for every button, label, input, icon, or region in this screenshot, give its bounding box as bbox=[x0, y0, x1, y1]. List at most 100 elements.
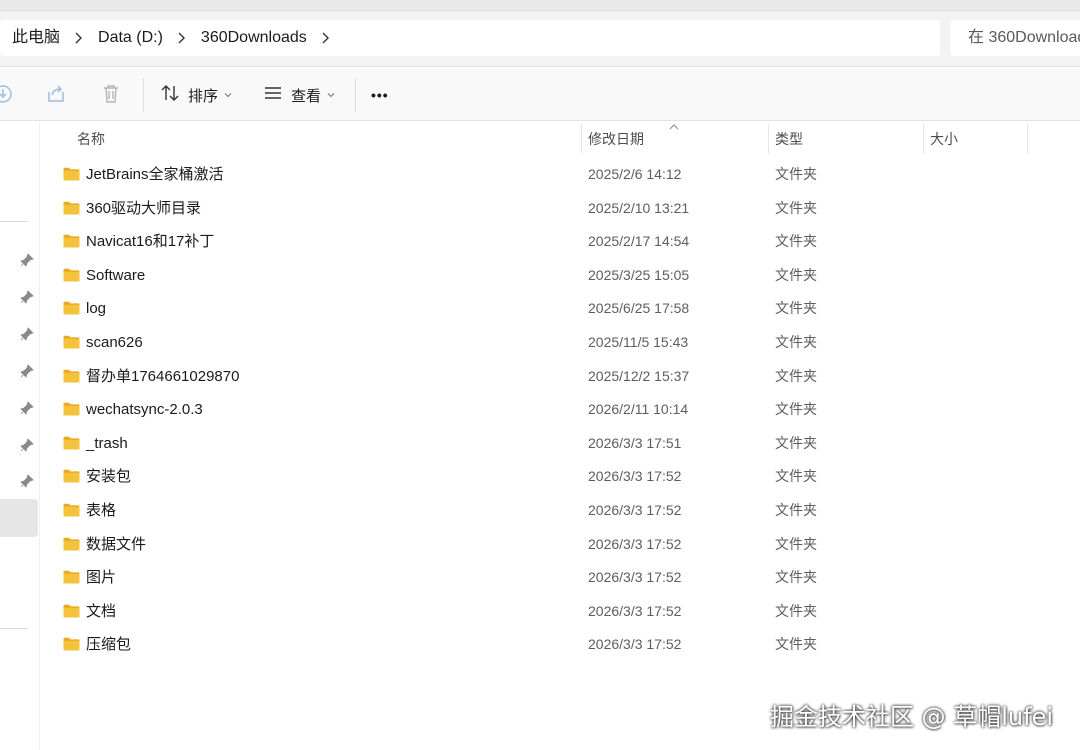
file-type: 文件夹 bbox=[775, 334, 817, 350]
folder-icon bbox=[63, 570, 80, 584]
modified-date: 2025/3/25 15:05 bbox=[588, 266, 690, 283]
column-header-size[interactable]: 大小 bbox=[923, 122, 958, 156]
watermark: 掘金技术社区 @ 草帽lufei bbox=[770, 703, 1054, 731]
folder-icon bbox=[63, 167, 80, 181]
pin-icon[interactable] bbox=[20, 474, 34, 488]
file-name[interactable]: scan626 bbox=[86, 326, 143, 359]
sidebar-item-selected[interactable] bbox=[0, 499, 38, 537]
file-type: 文件夹 bbox=[775, 434, 817, 451]
share-icon[interactable] bbox=[0, 83, 14, 105]
chevron-right-icon[interactable] bbox=[173, 20, 191, 56]
modified-date: 2026/3/3 17:52 bbox=[588, 502, 682, 518]
delete-icon[interactable] bbox=[100, 83, 122, 105]
pin-icon[interactable] bbox=[20, 327, 34, 341]
file-name[interactable]: 360驱动大师目录 bbox=[86, 192, 201, 225]
modified-date: 2026/3/3 17:52 bbox=[588, 468, 682, 485]
file-name[interactable]: 图片 bbox=[86, 561, 116, 594]
search-input[interactable]: 在 360Downloads 中搜索 bbox=[950, 20, 1080, 56]
folder-icon bbox=[63, 335, 80, 349]
chevron-right-icon[interactable] bbox=[317, 20, 335, 56]
pin-icon[interactable] bbox=[20, 253, 34, 267]
file-type: 文件夹 bbox=[775, 535, 817, 552]
file-type: 文件夹 bbox=[775, 636, 817, 653]
file-type: 文件夹 bbox=[775, 300, 817, 317]
folder-icon bbox=[63, 436, 80, 450]
export-icon[interactable] bbox=[45, 83, 67, 105]
modified-date: 2026/3/3 17:51 bbox=[588, 434, 682, 451]
file-name[interactable]: _trash bbox=[86, 427, 128, 460]
file-name[interactable]: 数据文件 bbox=[86, 528, 146, 561]
table-row[interactable]: _trash 2026/3/3 17:51 文件夹 bbox=[40, 427, 1080, 460]
folder-icon bbox=[63, 402, 80, 416]
table-row[interactable]: 表格 2026/3/3 17:52 文件夹 bbox=[40, 494, 1080, 527]
sort-icon bbox=[160, 83, 180, 107]
file-type: 文件夹 bbox=[775, 502, 817, 518]
table-row[interactable]: Software 2025/3/25 15:05 文件夹 bbox=[40, 259, 1080, 292]
column-header-date[interactable]: 修改日期 bbox=[581, 122, 644, 156]
table-row[interactable]: log 2025/6/25 17:58 文件夹 bbox=[40, 292, 1080, 325]
chevron-right-icon[interactable] bbox=[70, 20, 88, 56]
file-name[interactable]: log bbox=[86, 292, 106, 325]
column-header-type[interactable]: 类型 bbox=[768, 122, 803, 156]
modified-date: 2025/2/17 14:54 bbox=[588, 233, 690, 250]
modified-date: 2026/3/3 17:52 bbox=[588, 569, 682, 586]
file-name[interactable]: 安装包 bbox=[86, 460, 131, 493]
folder-icon bbox=[63, 268, 80, 282]
view-button[interactable]: 查看 bbox=[263, 82, 335, 108]
chevron-down-icon bbox=[224, 91, 232, 99]
table-row[interactable]: wechatsync-2.0.3 2026/2/11 10:14 文件夹 bbox=[40, 393, 1080, 426]
breadcrumb-item-folder[interactable]: 360Downloads bbox=[191, 20, 317, 56]
window-title-strip bbox=[0, 0, 1080, 11]
table-row[interactable]: 图片 2026/3/3 17:52 文件夹 bbox=[40, 561, 1080, 594]
modified-date: 2025/6/25 17:58 bbox=[588, 300, 690, 317]
sort-button[interactable]: 排序 bbox=[160, 82, 232, 108]
sort-label: 排序 bbox=[188, 87, 219, 105]
file-name[interactable]: 压缩包 bbox=[86, 628, 131, 661]
modified-date: 2026/3/3 17:52 bbox=[588, 602, 682, 619]
file-type: 文件夹 bbox=[775, 569, 817, 586]
pin-icon[interactable] bbox=[20, 364, 34, 378]
file-name[interactable]: Navicat16和17补丁 bbox=[86, 225, 214, 258]
file-type: 文件夹 bbox=[775, 166, 817, 182]
table-row[interactable]: 压缩包 2026/3/3 17:52 文件夹 bbox=[40, 628, 1080, 661]
pin-icon[interactable] bbox=[20, 438, 34, 452]
modified-date: 2026/3/3 17:52 bbox=[588, 535, 682, 552]
column-header-name[interactable]: 名称 bbox=[70, 122, 105, 156]
file-name[interactable]: 督办单1764661029870 bbox=[86, 360, 239, 393]
view-icon bbox=[263, 83, 283, 107]
table-row[interactable]: scan626 2025/11/5 15:43 文件夹 bbox=[40, 326, 1080, 359]
file-type: 文件夹 bbox=[775, 401, 817, 418]
more-options-button[interactable]: ••• bbox=[371, 82, 389, 108]
pin-icon[interactable] bbox=[20, 401, 34, 415]
chevron-down-icon bbox=[327, 91, 335, 99]
breadcrumb-item-this-pc[interactable]: 此电脑 bbox=[0, 20, 70, 56]
pin-icon[interactable] bbox=[20, 290, 34, 304]
file-name[interactable]: 文档 bbox=[86, 595, 116, 628]
modified-date: 2025/12/2 15:37 bbox=[588, 367, 690, 384]
toolbar-divider bbox=[143, 78, 144, 112]
breadcrumb-item-drive[interactable]: Data (D:) bbox=[88, 20, 173, 56]
folder-icon bbox=[63, 537, 80, 550]
folder-icon bbox=[63, 369, 80, 382]
table-row[interactable]: 督办单1764661029870 2025/12/2 15:37 文件夹 bbox=[40, 360, 1080, 393]
chevron-up-icon bbox=[669, 124, 679, 130]
table-row[interactable]: 文档 2026/3/3 17:52 文件夹 bbox=[40, 595, 1080, 628]
modified-date: 2026/2/11 10:14 bbox=[588, 401, 689, 418]
file-name[interactable]: JetBrains全家桶激活 bbox=[86, 158, 224, 191]
toolbar-divider bbox=[355, 78, 356, 112]
column-divider[interactable] bbox=[1027, 124, 1028, 154]
table-row[interactable]: JetBrains全家桶激活 2025/2/6 14:12 文件夹 bbox=[40, 158, 1080, 191]
command-bar: 排序 查看 ••• bbox=[0, 68, 1080, 121]
modified-date: 2025/2/10 13:21 bbox=[588, 199, 690, 216]
breadcrumb[interactable]: 此电脑 Data (D:) 360Downloads bbox=[0, 20, 940, 56]
sidebar-divider bbox=[0, 628, 28, 629]
table-row[interactable]: Navicat16和17补丁 2025/2/17 14:54 文件夹 bbox=[40, 225, 1080, 258]
file-name[interactable]: Software bbox=[86, 259, 145, 292]
table-row[interactable]: 安装包 2026/3/3 17:52 文件夹 bbox=[40, 460, 1080, 493]
file-name[interactable]: wechatsync-2.0.3 bbox=[86, 393, 203, 426]
file-type: 文件夹 bbox=[775, 233, 817, 250]
folder-icon bbox=[63, 604, 80, 618]
table-row[interactable]: 数据文件 2026/3/3 17:52 文件夹 bbox=[40, 528, 1080, 561]
table-row[interactable]: 360驱动大师目录 2025/2/10 13:21 文件夹 bbox=[40, 192, 1080, 225]
file-name[interactable]: 表格 bbox=[86, 494, 116, 527]
